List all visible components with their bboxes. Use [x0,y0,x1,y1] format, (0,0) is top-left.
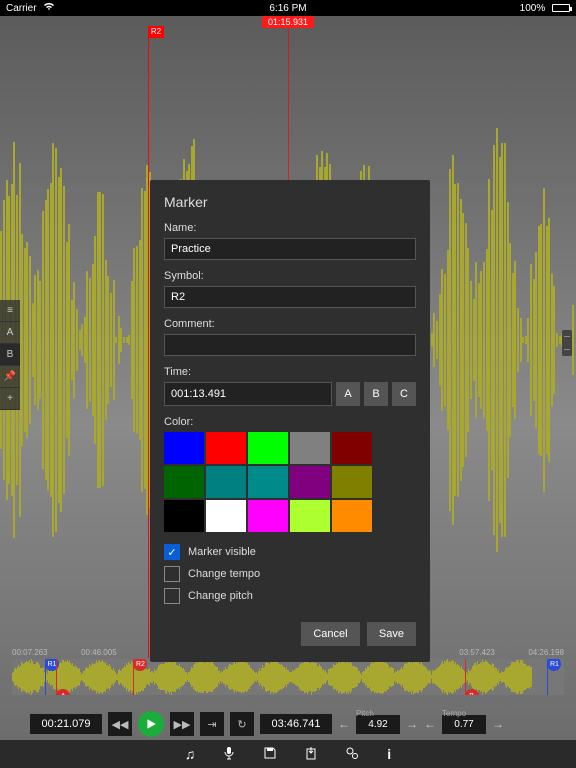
time-btn-b[interactable]: B [364,382,388,406]
left-toolbar: ≡ A B 📌 + [0,300,20,410]
tick-label: 03:57.423 [459,648,495,657]
pitch-label: Pitch [356,709,374,718]
export-icon[interactable] [305,746,317,763]
chk-visible-label: Marker visible [188,546,256,558]
color-label: Color: [164,416,416,428]
time-label: Time: [164,366,416,378]
toolbar-a[interactable]: A [0,322,20,344]
chk-pitch-row[interactable]: Change pitch [164,588,416,604]
clock: 6:16 PM [126,3,450,14]
transport-bar: 00:21.079 ◀◀ ▶▶ ⇥ ↻ 03:46.741 ← Pitch 4.… [0,708,576,740]
marker-dialog: Marker Name: Symbol: Comment: Time: A B … [150,180,430,662]
color-swatch[interactable] [332,466,372,498]
color-swatch[interactable] [248,432,288,464]
music-icon[interactable]: ♫ [185,746,196,762]
rewind-button[interactable]: ◀◀ [108,712,132,736]
color-swatch[interactable] [206,466,246,498]
prev-tempo[interactable]: ← [424,717,436,731]
bottom-toolbar: ♫ i [0,740,576,768]
color-swatch[interactable] [164,500,204,532]
time-btn-a[interactable]: A [336,382,360,406]
toolbar-pin[interactable]: 📌 [0,366,20,388]
color-swatch[interactable] [290,500,330,532]
chk-tempo-box[interactable] [164,566,180,582]
symbol-label: Symbol: [164,270,416,282]
save-icon[interactable] [263,746,277,763]
chk-tempo-row[interactable]: Change tempo [164,566,416,582]
color-swatch[interactable] [164,432,204,464]
color-swatch[interactable] [248,500,288,532]
left-time: 00:21.079 [30,714,102,734]
right-time: 03:46.741 [260,714,332,734]
status-bar: Carrier 6:16 PM 100% [0,0,576,16]
ffwd-button[interactable]: ▶▶ [170,712,194,736]
toolbar-add[interactable]: + [0,388,20,410]
color-swatch[interactable] [332,500,372,532]
chk-pitch-label: Change pitch [188,590,253,602]
next-pitch[interactable]: → [406,717,418,731]
battery-icon [552,4,570,12]
color-swatch[interactable] [164,466,204,498]
chk-visible-box[interactable]: ✓ [164,544,180,560]
chk-pitch-box[interactable] [164,588,180,604]
marker-line-r2[interactable] [148,26,149,658]
color-swatch[interactable] [290,432,330,464]
next-tempo[interactable]: → [492,717,504,731]
dialog-title: Marker [164,194,416,210]
marker-flag-r2[interactable]: R2 [148,26,164,38]
mini-marker-b[interactable]: B [465,689,479,695]
tempo-label: Tempo [442,709,466,718]
chk-tempo-label: Change tempo [188,568,260,580]
comment-input[interactable] [164,334,416,356]
comment-label: Comment: [164,318,416,330]
info-icon[interactable]: i [387,746,391,762]
prev-pitch[interactable]: ← [338,717,350,731]
color-swatch[interactable] [248,466,288,498]
name-input[interactable] [164,238,416,260]
tick-label: 00:46.005 [81,648,117,657]
playhead-time: 01:15.931 [262,16,314,28]
play-button[interactable] [138,711,164,737]
mic-icon[interactable] [223,746,235,763]
loop-button[interactable]: ↻ [230,712,254,736]
carrier-label: Carrier [6,3,37,14]
color-swatch[interactable] [206,500,246,532]
wifi-icon [43,3,55,14]
battery-pct: 100% [520,3,546,14]
skip-button[interactable]: ⇥ [200,712,224,736]
toolbar-b[interactable]: B [0,344,20,366]
color-grid [164,432,416,532]
tick-label: 00:07.263 [12,648,48,657]
toolbar-menu[interactable]: ≡ [0,300,20,322]
name-label: Name: [164,222,416,234]
time-input[interactable] [164,382,332,406]
color-swatch[interactable] [332,432,372,464]
right-handle[interactable] [562,330,572,356]
symbol-input[interactable] [164,286,416,308]
settings-icon[interactable] [345,746,359,763]
chk-visible-row[interactable]: ✓ Marker visible [164,544,416,560]
time-btn-c[interactable]: C [392,382,416,406]
save-button[interactable]: Save [367,622,416,646]
color-swatch[interactable] [290,466,330,498]
tick-label: 04:26.198 [528,648,564,657]
color-swatch[interactable] [206,432,246,464]
mini-marker-r1[interactable]: R1 [547,659,561,671]
overview-waveform[interactable]: R1AR2BR1 [12,659,564,695]
cancel-button[interactable]: Cancel [301,622,359,646]
